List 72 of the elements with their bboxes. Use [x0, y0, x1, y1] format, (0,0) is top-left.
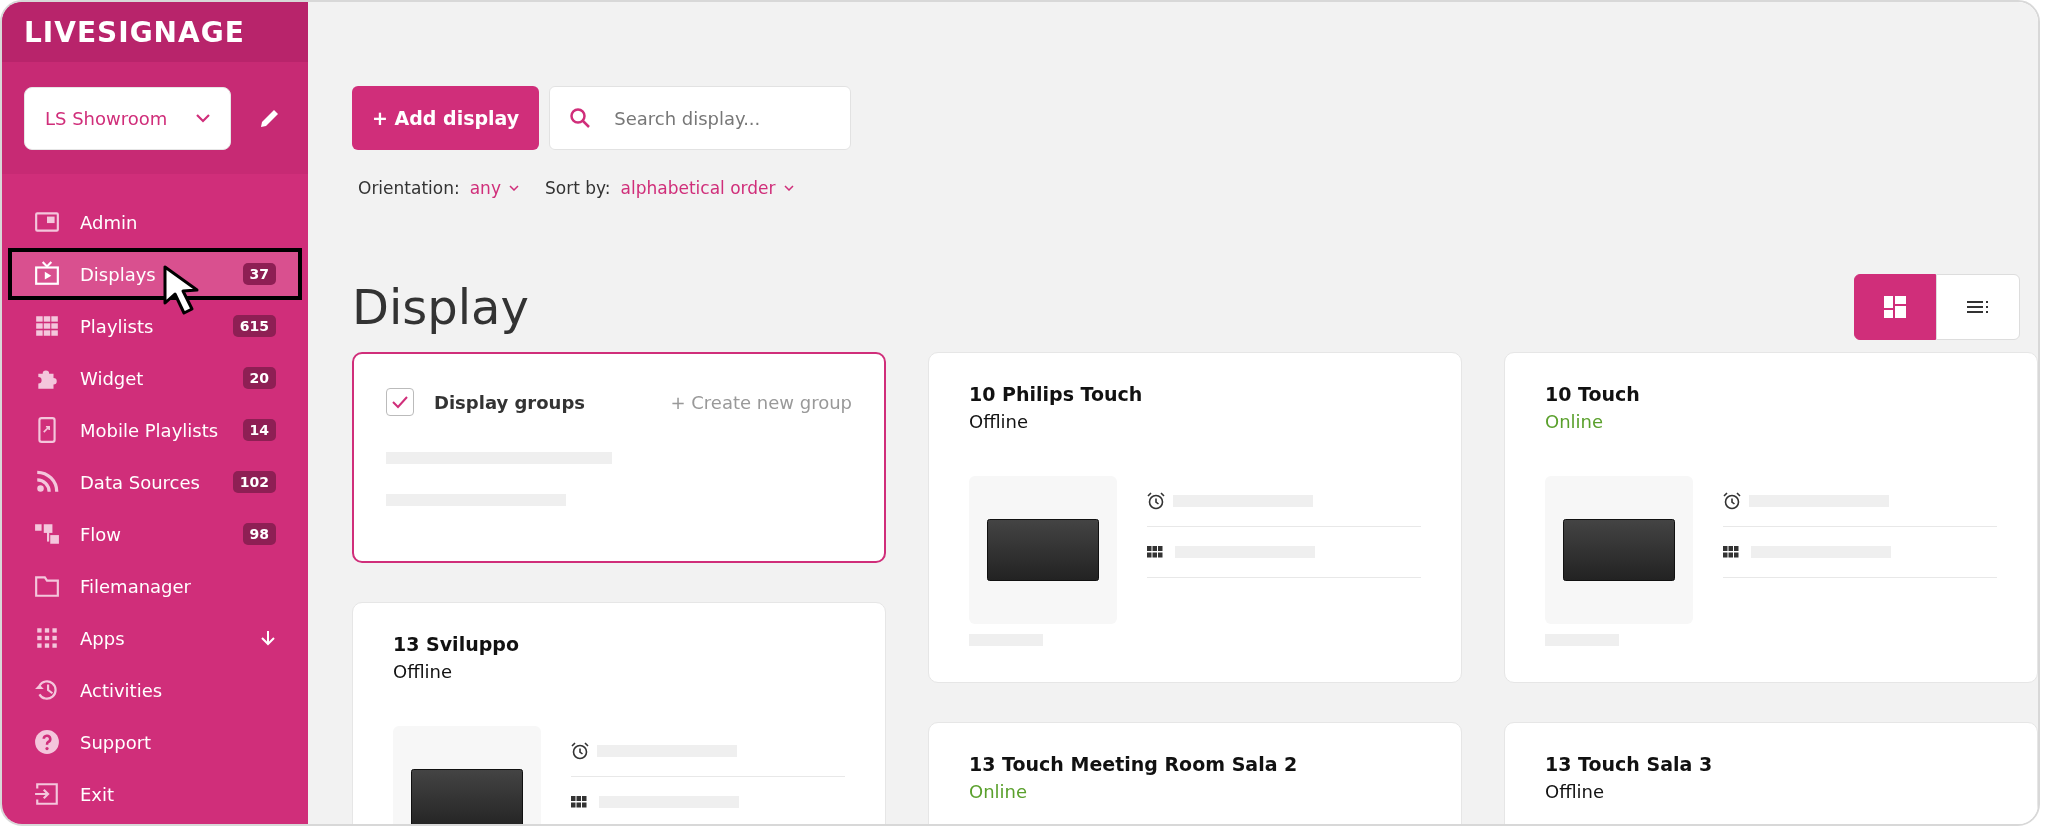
- display-card[interactable]: 13 Sviluppo Offline: [352, 602, 886, 824]
- display-card[interactable]: 13 Touch Sala 3 Offline: [1504, 722, 2038, 824]
- exit-icon: [34, 781, 60, 807]
- check-icon: [391, 395, 409, 409]
- search-field[interactable]: Search display...: [549, 86, 852, 150]
- nav-item[interactable]: Admin: [8, 196, 302, 248]
- display-status: Online: [1545, 411, 1605, 432]
- display-name: 13 Touch Meeting Room Sala 2: [969, 753, 1299, 775]
- tv-screen-icon: [411, 769, 523, 824]
- grid-icon: [1147, 546, 1163, 558]
- alarm-clock-icon: [1723, 492, 1741, 510]
- nav-item[interactable]: Exit: [8, 768, 302, 820]
- help-icon: [34, 729, 60, 755]
- nav-item[interactable]: Apps: [8, 612, 302, 664]
- list-icon: [1967, 301, 1989, 313]
- display-name: 13 Sviluppo: [393, 633, 520, 655]
- count-badge: 37: [242, 263, 276, 285]
- display-status: Offline: [393, 661, 454, 682]
- display-status: Offline: [969, 411, 1030, 432]
- count-badge: 615: [232, 315, 276, 337]
- chevron-down-icon: [508, 185, 519, 191]
- alarm-clock-icon: [1147, 492, 1165, 510]
- filter-label: Orientation:: [358, 178, 460, 198]
- display-name: 10 Touch: [1545, 383, 1641, 405]
- display-status: Offline: [1545, 781, 1606, 802]
- count-badge: 98: [242, 523, 276, 545]
- checkbox[interactable]: [386, 388, 414, 416]
- nav-item[interactable]: Widget 20: [8, 352, 302, 404]
- grid-icon: [1723, 546, 1739, 558]
- pencil-icon[interactable]: [259, 107, 281, 129]
- down-arrow-icon: [260, 630, 276, 646]
- count-badge: 102: [232, 471, 276, 493]
- apps-icon: [34, 625, 60, 651]
- nav-item[interactable]: Support: [8, 716, 302, 768]
- alarm-clock-icon: [571, 742, 589, 760]
- admin-icon: [34, 209, 60, 235]
- search-icon: [569, 107, 592, 129]
- nav-item[interactable]: Flow 98: [8, 508, 302, 560]
- history-icon: [34, 677, 60, 703]
- feed-icon: [34, 469, 60, 495]
- nav-item[interactable]: Activities: [8, 664, 302, 716]
- nav-item[interactable]: Filemanager: [8, 560, 302, 612]
- group-title: Display groups: [434, 391, 586, 413]
- grid-icon: [34, 313, 60, 339]
- tv-screen-icon: [1563, 519, 1675, 581]
- chevron-down-icon: [196, 113, 210, 123]
- workspace-dropdown[interactable]: LS Showroom: [24, 86, 231, 150]
- page-title: Display: [352, 279, 529, 335]
- count-badge: 20: [242, 367, 276, 389]
- count-badge: 14: [242, 419, 276, 441]
- tv-screen-icon: [987, 519, 1099, 581]
- filter-label: Sort by:: [544, 178, 611, 198]
- display-card[interactable]: 10 Philips Touch Offline: [928, 352, 1462, 683]
- display-name: 13 Touch Sala 3: [1545, 753, 1714, 775]
- filter-dropdown[interactable]: any: [469, 178, 519, 198]
- chevron-down-icon: [783, 185, 794, 191]
- display-card[interactable]: 10 Touch Online: [1504, 352, 2038, 683]
- nav-item[interactable]: Mobile Playlists 14: [8, 404, 302, 456]
- filter-dropdown[interactable]: alphabetical order: [620, 178, 794, 198]
- add-display-button[interactable]: + Add display: [352, 86, 540, 150]
- folder-icon: [34, 573, 60, 599]
- nav-item[interactable]: Data Sources 102: [8, 456, 302, 508]
- nav-item[interactable]: Playlists 615: [8, 300, 302, 352]
- display-status: Online: [969, 781, 1029, 802]
- display-name: 10 Philips Touch: [969, 383, 1144, 405]
- tv-icon: [34, 261, 60, 287]
- grid-view-button[interactable]: [1854, 274, 1936, 340]
- display-card[interactable]: 13 Touch Meeting Room Sala 2 Online: [928, 722, 1462, 824]
- dashboard-icon: [1884, 296, 1906, 318]
- nav-item[interactable]: Displays 37: [8, 248, 302, 300]
- grid-icon: [571, 796, 587, 808]
- flow-icon: [34, 521, 60, 547]
